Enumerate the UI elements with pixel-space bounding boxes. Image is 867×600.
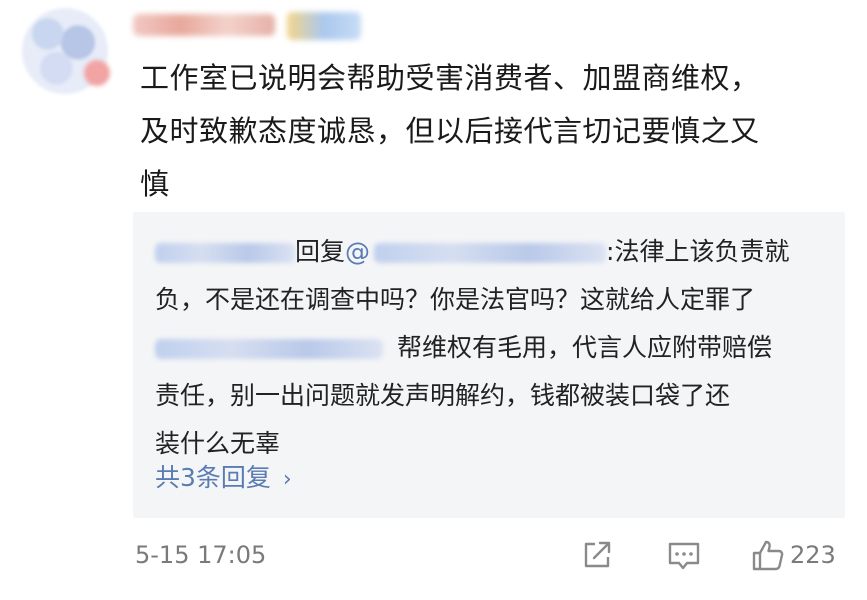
reply-line-2-text: 负，不是还在调查中吗？你是法官吗？这就给人定罪了	[155, 285, 756, 314]
reply-line-5-text: 装什么无辜	[155, 429, 281, 458]
avatar-verified-badge	[84, 60, 110, 86]
reply-line-4-text: 责任，别一出问题就发声明解约，钱都被装口袋了还	[155, 381, 731, 410]
more-replies-label: 共3条回复	[155, 463, 271, 492]
share-icon[interactable]	[580, 538, 614, 576]
chevron-right-icon: ›	[282, 467, 292, 492]
reply-line-3-text: 帮维权有毛用，代言人应附带赔偿	[397, 333, 773, 362]
reply-line-1-text: :法律上该负责就	[606, 237, 790, 266]
reply-keyword: 回复	[295, 237, 346, 266]
comment-username-blurred[interactable]	[133, 14, 275, 36]
reply-author-blurred[interactable]	[155, 243, 295, 263]
comment-text-line-1: 工作室已说明会帮助受害消费者、加盟商维权，	[140, 61, 760, 95]
user-level-badge-blurred	[287, 12, 361, 40]
comment-icon[interactable]	[666, 538, 702, 578]
reply-preview-text: 回复@ :法律上该负责就 负，不是还在调查中吗？你是法官吗？这就给人定罪了 帮维权…	[155, 228, 835, 468]
comment-timestamp: 5-15 17:05	[135, 541, 267, 569]
mentioned-user-blurred[interactable]	[374, 243, 607, 263]
thumbs-up-icon[interactable]	[750, 538, 786, 578]
comment-text-line-3: 慎	[140, 167, 170, 201]
mention-at-symbol: @	[345, 237, 371, 266]
reply-preview-box[interactable]: 回复@ :法律上该负责就 负，不是还在调查中吗？你是法官吗？这就给人定罪了 帮维权…	[133, 212, 845, 518]
comment-body: 工作室已说明会帮助受害消费者、加盟商维权， 及时致歉态度诚恳，但以后接代言切记要…	[140, 52, 840, 211]
like-count: 223	[790, 541, 836, 569]
comment-text-line-2: 及时致歉态度诚恳，但以后接代言切记要慎之又	[140, 114, 760, 148]
view-more-replies-link[interactable]: 共3条回复 ›	[155, 458, 292, 494]
second-reply-author-blurred[interactable]	[155, 339, 383, 359]
